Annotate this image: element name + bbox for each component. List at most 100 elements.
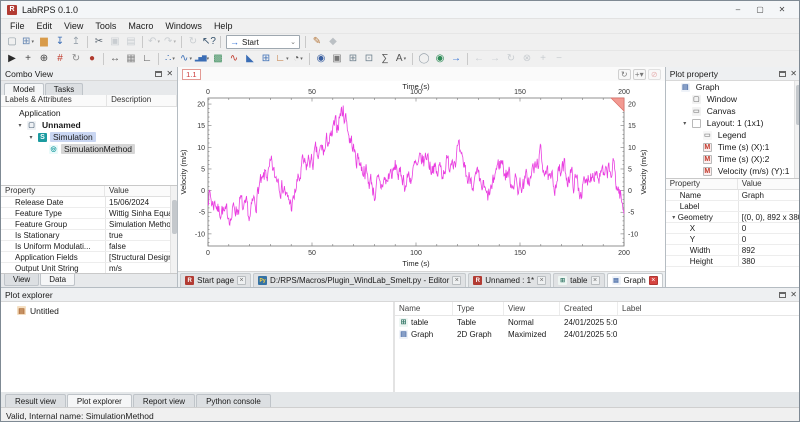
macro-edit-button[interactable]: ✎ xyxy=(309,35,325,50)
macro-run-button[interactable]: ◆ xyxy=(325,35,341,50)
plot-property-header[interactable]: Plot property ✕ xyxy=(666,67,800,81)
bar-plot-button[interactable]: ▂▅▇ xyxy=(194,52,210,67)
combo-view-header[interactable]: Combo View ✕ xyxy=(1,67,177,81)
mdi-tab-python[interactable]: PyD:/RPS/Macros/Plugin_WindLab_Smelt.py … xyxy=(253,273,466,287)
abort-button[interactable]: ⊗ xyxy=(519,52,535,67)
plot-tree-item-time-s-x-2[interactable]: MTime (s) (X):2 xyxy=(666,153,800,165)
add-point-button[interactable]: + xyxy=(20,52,36,67)
float-icon[interactable] xyxy=(779,292,786,298)
globe-button[interactable]: ◉ xyxy=(432,52,448,67)
menu-tools[interactable]: Tools xyxy=(89,20,122,32)
plot-tree-item-canvas[interactable]: ▭Canvas xyxy=(666,105,800,117)
table-button[interactable]: ⊞ xyxy=(345,52,361,67)
select-region-button[interactable]: ▦ xyxy=(123,52,139,67)
menu-macro[interactable]: Macro xyxy=(122,20,159,32)
titlebar[interactable]: R LabRPS 0.1.0 – ▢ ✕ xyxy=(1,1,799,19)
save-as-button[interactable]: ↥ xyxy=(68,35,84,50)
copy-button[interactable]: ▣ xyxy=(107,35,123,50)
cv-prop-row-feature-group[interactable]: Feature GroupSimulation Method xyxy=(1,219,177,230)
tab-data[interactable]: Data xyxy=(40,274,75,286)
grid-marker-button[interactable]: # xyxy=(52,52,68,67)
plot-tree-item-layout-1-1x1-[interactable]: ▾Layout: 1 (1x1) xyxy=(666,117,800,129)
plot-tree-item-graph[interactable]: ▤Graph xyxy=(666,81,800,93)
menu-edit[interactable]: Edit xyxy=(31,20,59,32)
dock-tab-python-console[interactable]: Python console xyxy=(196,394,271,407)
sigma-button[interactable]: ∑ xyxy=(377,52,393,67)
plot-tree-item-legend[interactable]: ▭Legend xyxy=(666,129,800,141)
scatter-plot-button[interactable]: ∴ xyxy=(162,52,178,67)
close-icon[interactable]: ✕ xyxy=(790,70,797,78)
close-icon[interactable]: ✕ xyxy=(166,70,173,78)
add-layer-button[interactable]: ⊞ xyxy=(258,52,274,67)
mdi-tab-table[interactable]: ⊞table× xyxy=(553,273,604,287)
start-workbench-combo[interactable]: →Start⌄ xyxy=(226,35,300,49)
maximize-button[interactable]: ▢ xyxy=(749,3,771,17)
mdi-tab-labrps[interactable]: RStart page× xyxy=(180,273,251,287)
font-button[interactable]: A xyxy=(393,52,409,67)
mdi-tab-graph[interactable]: ▤Graph× xyxy=(607,273,663,287)
tree-scrollbar[interactable] xyxy=(794,81,800,178)
tab-model[interactable]: Model xyxy=(4,83,44,95)
zoom-in-button[interactable]: + xyxy=(535,52,551,67)
refresh-button[interactable]: ↻ xyxy=(185,35,201,50)
line-plot-button[interactable]: ∿ xyxy=(178,52,194,67)
model-tree-item-simulation[interactable]: ▾SSimulation xyxy=(1,131,177,143)
pp-prop-row-label[interactable]: Label xyxy=(666,201,800,212)
center-marker-button[interactable]: ⊕ xyxy=(36,52,52,67)
plot-tree-item-time-s-x-1[interactable]: MTime (s) (X):1 xyxy=(666,141,800,153)
cv-prop-row-release-date[interactable]: Release Date15/06/2024 xyxy=(1,197,177,208)
tab-close-icon[interactable]: × xyxy=(537,276,546,285)
undo-button[interactable]: ↶ xyxy=(146,35,162,50)
pp-prop-row-name[interactable]: NameGraph xyxy=(666,190,800,201)
tab-view[interactable]: View xyxy=(4,274,39,286)
project-item-untitled[interactable]: ▤Untitled xyxy=(1,304,393,317)
layer-cell-badge[interactable]: 1.1 xyxy=(182,69,200,80)
mdi-tab-labrps[interactable]: RUnnamed : 1*× xyxy=(468,273,551,287)
add-plot-button[interactable]: +▾ xyxy=(633,69,646,80)
close-icon[interactable]: ✕ xyxy=(790,291,797,299)
scrollbar-thumb[interactable] xyxy=(796,85,800,125)
reload-button[interactable]: ↻ xyxy=(503,52,519,67)
menu-help[interactable]: Help xyxy=(208,20,239,32)
dock-tab-report-view[interactable]: Report view xyxy=(133,394,195,407)
tab-close-icon[interactable]: × xyxy=(649,276,658,285)
scrollbar-thumb[interactable] xyxy=(172,200,177,234)
table-row[interactable]: ▤Graph2D GraphMaximized24/01/2025 5:0... xyxy=(395,328,800,340)
pp-prop-row-x[interactable]: X0 xyxy=(666,223,800,234)
layout-windows-button[interactable]: ▣ xyxy=(329,52,345,67)
back-button[interactable]: ← xyxy=(471,52,487,67)
pp-prop-row-geometry[interactable]: ▾Geometry[(0, 0), 892 x 380] xyxy=(666,212,800,223)
tab-close-icon[interactable]: × xyxy=(237,276,246,285)
new-file-button[interactable]: ▢ xyxy=(4,35,20,50)
cv-prop-row-application-fields[interactable]: Application Fields[Structural Design,Loa… xyxy=(1,252,177,263)
pie-plot-button[interactable]: ◔ xyxy=(290,52,306,67)
pp-prop-row-y[interactable]: Y0 xyxy=(666,234,800,245)
area-plot-button[interactable]: ◣ xyxy=(242,52,258,67)
pp-prop-row-width[interactable]: Width892 xyxy=(666,245,800,256)
whats-this-button[interactable]: ↖? xyxy=(201,35,217,50)
plot-tree-item-window[interactable]: ▢Window xyxy=(666,93,800,105)
zoom-out-button[interactable]: − xyxy=(551,52,567,67)
tab-close-icon[interactable]: × xyxy=(452,276,461,285)
menu-view[interactable]: View xyxy=(58,20,89,32)
tab-tasks[interactable]: Tasks xyxy=(45,83,83,95)
float-icon[interactable] xyxy=(779,71,786,77)
curve-plot-button[interactable]: ∿ xyxy=(226,52,242,67)
cv-prop-row-feature-type[interactable]: Feature TypeWittig Sinha Equal Floors xyxy=(1,208,177,219)
rotate-button[interactable]: ↻ xyxy=(68,52,84,67)
expander-icon[interactable]: ▾ xyxy=(681,120,689,127)
pointer-button[interactable]: ▶ xyxy=(4,52,20,67)
pp-prop-row-height[interactable]: Height380 xyxy=(666,256,800,267)
dock-tab-plot-explorer[interactable]: Plot explorer xyxy=(67,394,132,407)
close-button[interactable]: ✕ xyxy=(771,3,793,17)
minimize-button[interactable]: – xyxy=(727,3,749,17)
paste-button[interactable]: ▤ xyxy=(123,35,139,50)
tab-close-icon[interactable]: × xyxy=(591,276,600,285)
redo-button[interactable]: ↷ xyxy=(162,35,178,50)
expander-icon[interactable]: ▾ xyxy=(670,214,678,221)
model-tree-item-simulationmethod[interactable]: ◎SimulationMethod xyxy=(1,143,177,155)
cut-button[interactable]: ✂ xyxy=(91,35,107,50)
close-plot-button[interactable]: ⊘ xyxy=(648,69,661,80)
resize-axes-button[interactable]: ∟ xyxy=(139,52,155,67)
workbench-button[interactable]: ⊞ xyxy=(20,35,36,50)
